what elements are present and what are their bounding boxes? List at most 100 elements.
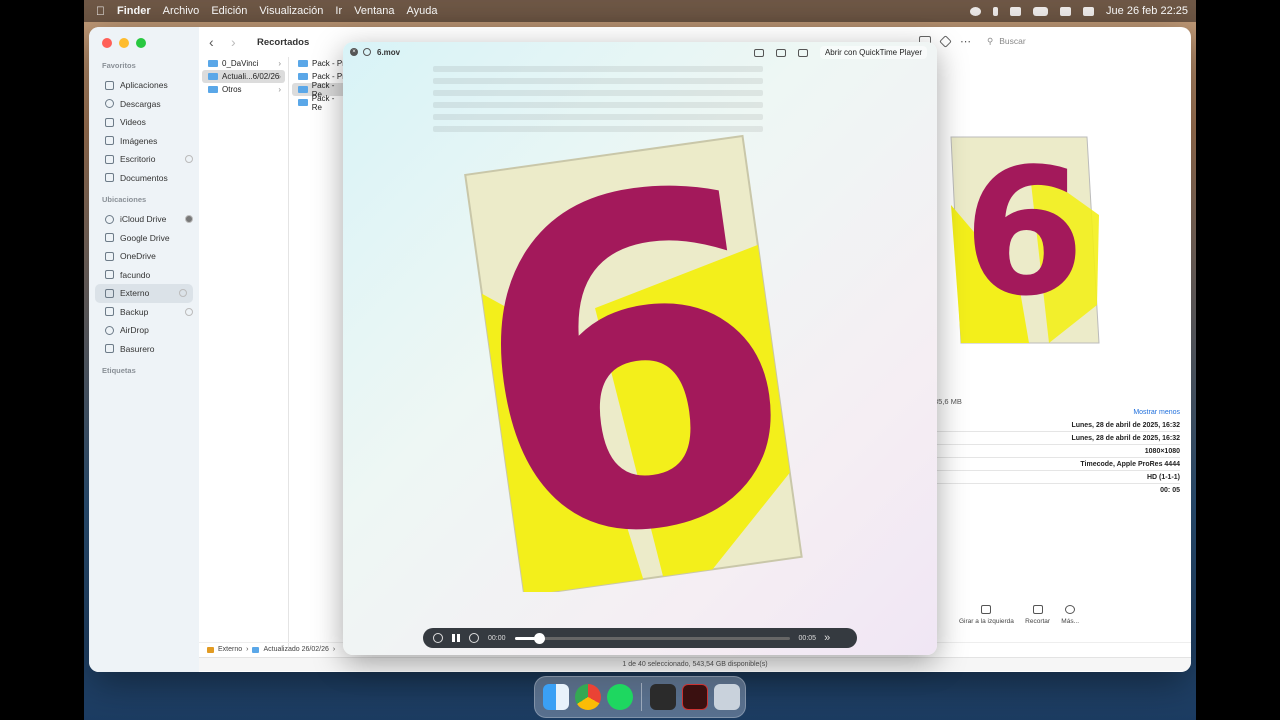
sidebar-item-descargas[interactable]: Descargas	[89, 95, 199, 114]
rotate-icon[interactable]	[775, 48, 786, 57]
moon-icon[interactable]	[993, 6, 999, 16]
finder-sidebar: Favoritos Aplicaciones Descargas Videos …	[89, 27, 199, 672]
sidebar-item-airdrop[interactable]: AirDrop	[89, 321, 199, 340]
battery-icon[interactable]	[1033, 6, 1049, 16]
scrubber[interactable]	[514, 632, 790, 644]
list-item[interactable]: Otros ›	[202, 83, 285, 96]
chrome-app-icon[interactable]	[575, 684, 601, 710]
trim-button[interactable]: Recortar	[1025, 605, 1050, 625]
sidebar-item-icloud[interactable]: iCloud Drive	[89, 210, 199, 229]
menu-bar:  Finder Archivo Edición Visualización I…	[84, 0, 1196, 22]
record-icon[interactable]	[970, 6, 982, 16]
close-icon[interactable]: ×	[350, 48, 358, 56]
list-item[interactable]: Pack - Re	[292, 94, 346, 112]
pause-button[interactable]	[452, 634, 460, 642]
share-icon[interactable]	[797, 48, 808, 57]
spotify-app-icon[interactable]	[607, 684, 633, 710]
quicklook-window: × 6.mov Abrir con QuickTime Player 6 00:	[343, 42, 937, 655]
open-with-quicktime-button[interactable]: Abrir con QuickTime Player	[819, 46, 927, 59]
progress-pie-icon	[185, 215, 193, 223]
list-item[interactable]: 0_DaVinci ›	[202, 57, 285, 70]
show-less-link[interactable]: Mostrar menos	[1133, 409, 1180, 416]
sidebar-item-videos[interactable]: Videos	[89, 113, 199, 132]
path-item-actualizado[interactable]: Actualizado 26/02/26	[263, 646, 328, 653]
column-1: 0_DaVinci › Actuali...6/02/26 › Otros ›	[199, 57, 289, 647]
file-size: 85,6 MB	[934, 397, 962, 406]
zoom-window-button[interactable]	[136, 38, 146, 48]
rotate-left-button[interactable]: Girar a la izquierda	[959, 605, 1014, 625]
sidebar-item-facundo[interactable]: facundo	[89, 266, 199, 285]
applications-icon	[105, 80, 114, 90]
sidebar-item-escritorio[interactable]: Escritorio	[89, 150, 199, 169]
minimize-window-button[interactable]	[119, 38, 129, 48]
window-thumbnail-icon[interactable]	[650, 684, 676, 710]
trash-icon[interactable]	[714, 684, 740, 710]
menu-app-name[interactable]: Finder	[117, 5, 151, 17]
menu-ventana[interactable]: Ventana	[354, 5, 394, 17]
folder-icon	[208, 73, 218, 80]
sidebar-item-externo[interactable]: Externo	[95, 284, 193, 303]
quicklook-filename: 6.mov	[377, 47, 401, 57]
status-bar: 1 de 40 seleccionado, 543,54 GB disponib…	[199, 657, 1191, 671]
skip-forward-icon[interactable]	[469, 633, 479, 643]
more-icon[interactable]: ⋯	[960, 35, 971, 48]
quicklook-titlebar: × 6.mov Abrir con QuickTime Player	[343, 42, 937, 62]
menu-ir[interactable]: Ir	[335, 5, 342, 17]
list-item[interactable]: Actuali...6/02/26 ›	[202, 70, 285, 83]
preview-thumbnail: 6	[929, 85, 1179, 365]
sidebar-item-google-drive[interactable]: Google Drive	[89, 229, 199, 248]
tags-header: Etiquetas	[102, 366, 136, 375]
scrubber-knob[interactable]	[534, 632, 546, 644]
fullscreen-icon[interactable]	[363, 48, 371, 56]
desktop-icon	[105, 154, 114, 164]
folder-icon	[298, 86, 308, 93]
trim-icon[interactable]	[753, 48, 764, 57]
video-frame: 6	[453, 132, 823, 592]
search-field[interactable]: ⚲ Buscar	[981, 33, 1181, 49]
back-icon[interactable]: ‹	[209, 34, 221, 50]
sidebar-item-documentos[interactable]: Documentos	[89, 169, 199, 188]
skip-back-icon[interactable]	[433, 633, 443, 643]
control-center-icon[interactable]	[1083, 6, 1095, 16]
sidebar-item-basurero[interactable]: Basurero	[89, 340, 199, 359]
apple-icon[interactable]: 	[96, 4, 105, 18]
external-drive-icon	[105, 307, 114, 317]
dock	[534, 676, 746, 718]
recording-app-icon[interactable]	[682, 684, 708, 710]
stack-icon[interactable]	[1060, 6, 1072, 16]
info-dimensions: 1080×1080	[934, 445, 1180, 458]
info-modified: Lunes, 28 de abril de 2025, 16:32	[934, 432, 1180, 445]
info-created: Lunes, 28 de abril de 2025, 16:32	[934, 419, 1180, 432]
trash-icon	[105, 344, 114, 354]
sidebar-item-backup[interactable]: Backup	[89, 303, 199, 322]
cloud-icon	[185, 155, 193, 163]
list-item[interactable]: Pack - Pr	[292, 57, 346, 70]
menu-ayuda[interactable]: Ayuda	[407, 5, 438, 17]
menu-visualizacion[interactable]: Visualización	[259, 5, 323, 17]
drive-icon	[105, 233, 114, 243]
sidebar-item-aplicaciones[interactable]: Aplicaciones	[89, 76, 199, 95]
drive-icon	[207, 646, 214, 653]
info-codecs: Timecode, Apple ProRes 4444	[934, 458, 1180, 471]
menu-archivo[interactable]: Archivo	[163, 5, 200, 17]
eject-icon[interactable]	[185, 307, 193, 316]
sidebar-item-imagenes[interactable]: Imágenes	[89, 132, 199, 151]
more-actions-button[interactable]: Más...	[1061, 605, 1079, 625]
letterbox-left	[0, 0, 84, 720]
desktop:  Finder Archivo Edición Visualización I…	[84, 0, 1196, 720]
menu-clock[interactable]: Jue 26 feb 22:25	[1106, 5, 1188, 17]
eject-icon[interactable]	[179, 289, 187, 297]
finder-app-icon[interactable]	[543, 684, 569, 710]
home-icon	[105, 270, 114, 280]
tag-icon[interactable]	[939, 34, 952, 48]
close-window-button[interactable]	[102, 38, 112, 48]
favorites-header: Favoritos	[102, 61, 136, 70]
playback-speed-icon[interactable]: »	[824, 632, 830, 644]
path-item-externo[interactable]: Externo	[218, 646, 242, 653]
nvidia-icon[interactable]	[1010, 6, 1022, 16]
forward-icon[interactable]: ›	[231, 34, 243, 50]
video-digit: 6	[453, 132, 823, 592]
search-icon: ⚲	[987, 35, 994, 46]
sidebar-item-onedrive[interactable]: OneDrive	[89, 247, 199, 266]
menu-edicion[interactable]: Edición	[211, 5, 247, 17]
